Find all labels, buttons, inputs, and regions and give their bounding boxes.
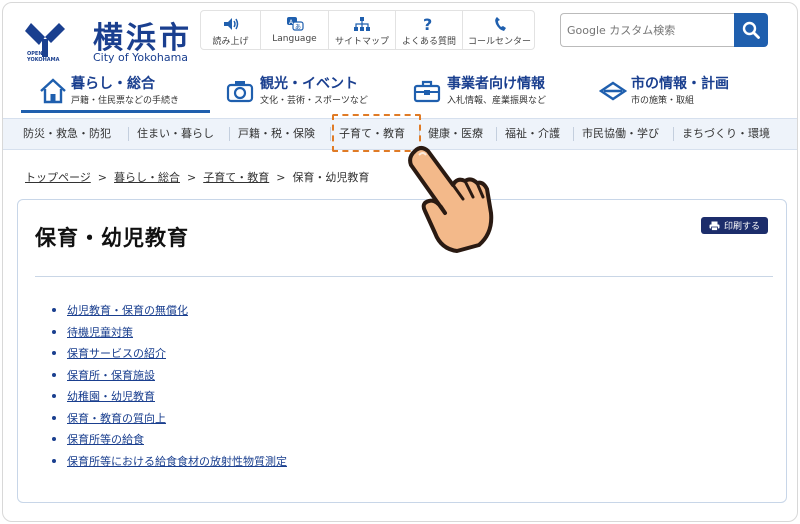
subnav-item-registry[interactable]: 戸籍・税・保険 (238, 119, 315, 149)
search-input[interactable] (560, 13, 734, 47)
breadcrumb-link-living[interactable]: 暮らし・総合 (114, 171, 180, 184)
main-nav-subtitle: 文化・芸術・スポーツなど (260, 96, 368, 106)
printer-icon (709, 221, 720, 231)
list-item: 保育・教育の質向上 (50, 410, 287, 432)
list-link[interactable]: 保育所等の給食 (67, 433, 144, 446)
list-item: 幼児教育・保育の無償化 (50, 302, 287, 324)
main-nav-title: 観光・イベント (260, 76, 358, 92)
list-item: 保育所・保育施設 (50, 367, 287, 389)
main-nav-subtitle: 入札情報、産業振興など (447, 96, 547, 106)
list-link[interactable]: 保育サービスの紹介 (67, 347, 166, 360)
camera-icon (226, 81, 254, 103)
print-label: 印刷する (723, 222, 760, 232)
breadcrumb-separator: > (187, 171, 197, 184)
language-icon: Aあ (261, 16, 328, 32)
page-frame: OPEN YOKOHAMA 横浜市 City of Yokohama 読み上げ A… (2, 2, 798, 522)
svg-text:?: ? (423, 16, 432, 32)
main-nav-title: 暮らし・総合 (71, 76, 155, 92)
list-item: 保育所等における給食食材の放射性物質測定 (50, 453, 287, 475)
list-item: 保育サービスの紹介 (50, 345, 287, 367)
logo-small-text: OPEN YOKOHAMA (27, 51, 60, 63)
util-label: Language (272, 34, 317, 44)
print-button[interactable]: 印刷する (701, 217, 768, 234)
subnav-item-disaster[interactable]: 防災・救急・防犯 (23, 119, 111, 149)
main-nav-subtitle: 市の施策・取組 (631, 96, 695, 106)
util-read-aloud[interactable]: 読み上げ (201, 11, 261, 49)
main-nav-living[interactable]: 暮らし・総合 戸籍・住民票などの手続き (21, 71, 210, 113)
util-label: よくある質問 (401, 37, 456, 47)
list-item: 保育所等の給食 (50, 431, 287, 453)
phone-icon (463, 16, 536, 32)
house-icon (40, 78, 66, 104)
logo-subtitle: City of Yokohama (93, 51, 189, 64)
list-link[interactable]: 幼児教育・保育の無償化 (67, 304, 188, 317)
speaker-icon (201, 16, 260, 32)
subnav-divider (229, 127, 230, 141)
breadcrumb: トップページ > 暮らし・総合 > 子育て・教育 > 保育・幼児教育 (25, 169, 369, 185)
util-label: サイトマップ (334, 37, 389, 47)
list-link[interactable]: 保育所・保育施設 (67, 369, 155, 382)
svg-text:あ: あ (295, 24, 301, 31)
list-item: 待機児童対策 (50, 324, 287, 346)
breadcrumb-link-top[interactable]: トップページ (25, 171, 91, 184)
subnav-item-welfare[interactable]: 福祉・介護 (505, 119, 560, 149)
link-list: 幼児教育・保育の無償化 待機児童対策 保育サービスの紹介 保育所・保育施設 幼稚… (50, 302, 287, 474)
yokohama-mark-icon (599, 81, 627, 101)
list-link[interactable]: 保育・教育の質向上 (67, 412, 166, 425)
util-language[interactable]: Aあ Language (261, 11, 329, 49)
utility-nav: 読み上げ Aあ Language サイトマップ ? よくある質問 コールセンター (200, 10, 535, 50)
breadcrumb-separator: > (97, 171, 107, 184)
sitemap-icon (329, 16, 395, 32)
active-indicator (21, 110, 210, 113)
question-icon: ? (396, 16, 462, 32)
subnav-divider (330, 127, 331, 141)
subnav-item-environment[interactable]: まちづくり・環境 (682, 119, 770, 149)
subnav-item-housing[interactable]: 住まい・暮らし (137, 119, 214, 149)
main-nav-city-info[interactable]: 市の情報・計画 市の施策・取組 (599, 71, 779, 111)
main-nav-business[interactable]: 事業者向け情報 入札情報、産業振興など (413, 71, 593, 111)
breadcrumb-separator: > (276, 171, 286, 184)
subnav-divider (573, 127, 574, 141)
subnav-divider (673, 127, 674, 141)
list-link[interactable]: 幼稚園・幼児教育 (67, 390, 155, 403)
util-label: 読み上げ (212, 37, 249, 47)
util-faq[interactable]: ? よくある質問 (396, 11, 463, 49)
pointing-hand-icon (408, 146, 494, 253)
list-item: 幼稚園・幼児教育 (50, 388, 287, 410)
main-nav-tourism[interactable]: 観光・イベント 文化・芸術・スポーツなど (226, 71, 411, 111)
main-nav-title: 事業者向け情報 (447, 76, 545, 92)
toolbox-icon (413, 80, 441, 103)
site-logo[interactable]: OPEN YOKOHAMA 横浜市 City of Yokohama (25, 13, 195, 69)
main-nav-subtitle: 戸籍・住民票などの手続き (71, 96, 180, 106)
subnav-divider (128, 127, 129, 141)
search-button[interactable] (734, 13, 768, 47)
subnav-item-civic[interactable]: 市民協働・学び (582, 119, 659, 149)
subnav-divider (496, 127, 497, 141)
title-divider (35, 276, 773, 277)
search-box (560, 13, 768, 47)
list-link[interactable]: 待機児童対策 (67, 326, 133, 339)
breadcrumb-current: 保育・幼児教育 (292, 171, 370, 184)
search-icon (742, 21, 760, 39)
list-link[interactable]: 保育所等における給食食材の放射性物質測定 (67, 455, 287, 468)
breadcrumb-link-childcare[interactable]: 子育て・教育 (203, 171, 269, 184)
util-call-center[interactable]: コールセンター (463, 11, 536, 49)
main-nav-title: 市の情報・計画 (631, 76, 729, 92)
main-nav: 暮らし・総合 戸籍・住民票などの手続き 観光・イベント 文化・芸術・スポーツなど… (21, 71, 787, 113)
page-title: 保育・幼児教育 (35, 226, 189, 250)
util-label: コールセンター (467, 37, 531, 47)
util-sitemap[interactable]: サイトマップ (329, 11, 396, 49)
